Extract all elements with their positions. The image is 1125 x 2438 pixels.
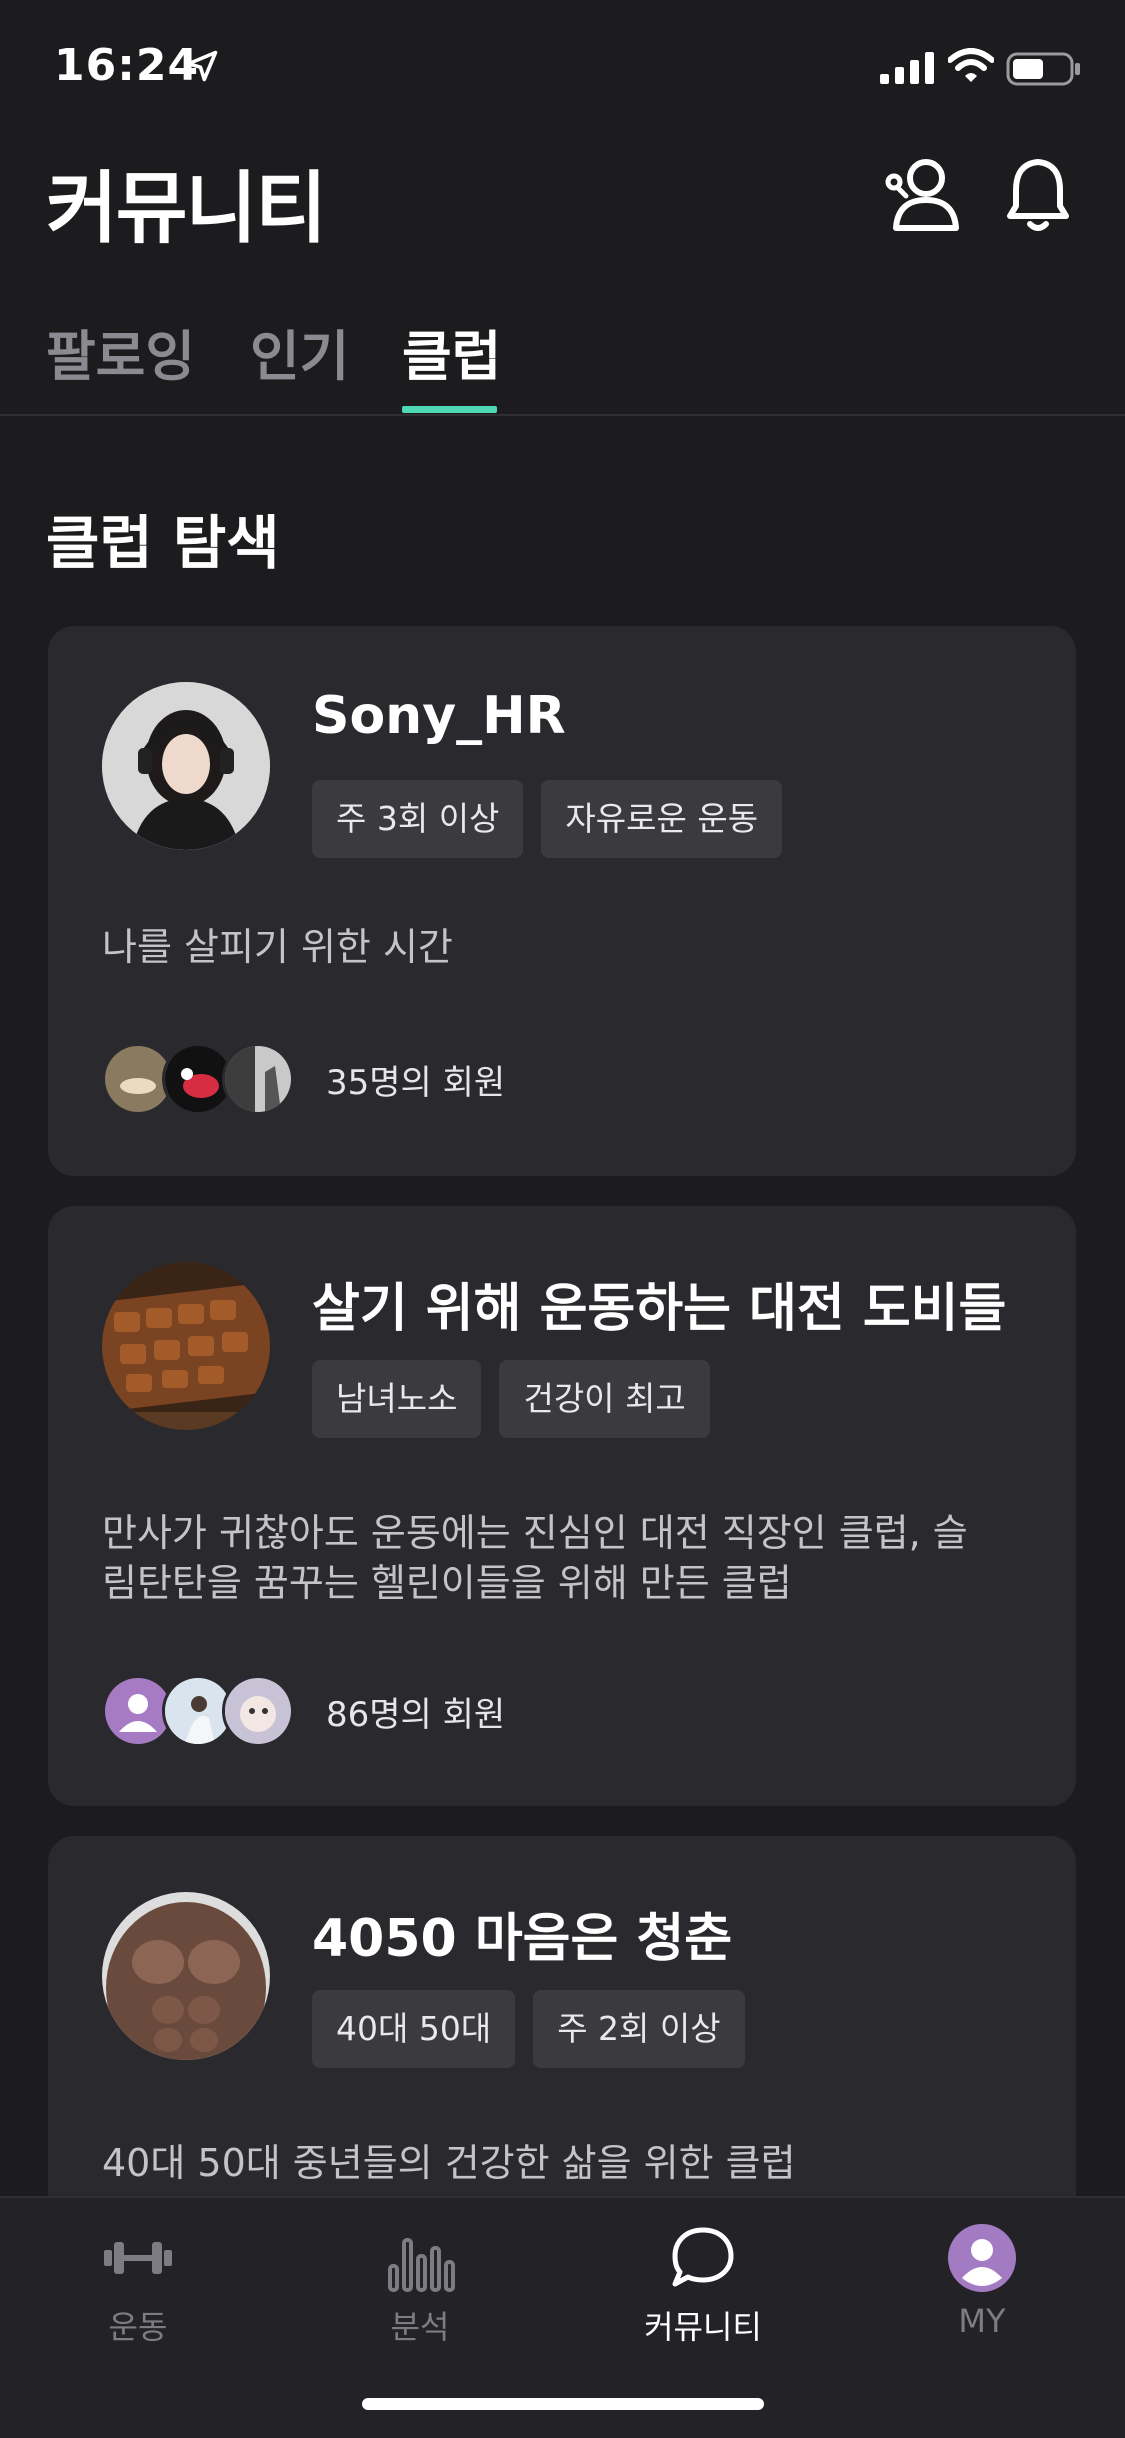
club-card[interactable]: 4050 마음은 청춘 40대 50대 주 2회 이상 40대 50대 중년들의… (48, 1836, 1076, 2256)
club-avatar (102, 1892, 270, 2060)
club-tags: 주 3회 이상 자유로운 운동 (312, 780, 783, 858)
nav-label: 분석 (390, 2308, 450, 2346)
club-tag: 남녀노소 (312, 1360, 482, 1438)
club-description-line: 림탄탄을 꿈꾸는 헬린이들을 위해 만든 클럽 (102, 1561, 792, 1605)
club-tag: 주 2회 이상 (533, 1990, 745, 2068)
page-title: 커뮤니티 (46, 164, 327, 254)
dumbbell-icon (104, 2242, 172, 2274)
bar-chart-icon (388, 2238, 455, 2292)
user-avatar-icon (948, 2224, 1016, 2292)
member-count: 86명의 회원 (326, 1694, 506, 1735)
nav-workout[interactable]: 운동 (58, 2218, 218, 2348)
nav-analysis[interactable]: 분석 (340, 2218, 500, 2348)
section-title: 클럽 탐색 (46, 509, 280, 577)
club-avatar (102, 682, 270, 850)
club-description: 만사가 귀찮아도 운동에는 진심인 대전 직장인 클럽, 슬 림탄탄을 꿈꾸는 … (102, 1508, 1042, 1608)
nav-label: 커뮤니티 (644, 2308, 762, 2346)
tab-club[interactable]: 클럽 (402, 312, 501, 391)
cellular-signal-icon (880, 52, 934, 84)
club-card[interactable]: Sony_HR 주 3회 이상 자유로운 운동 나를 살피기 위한 시간 35명… (48, 626, 1076, 1176)
club-avatar (102, 1262, 270, 1430)
club-tag: 40대 50대 (312, 1990, 516, 2068)
club-name: 살기 위해 운동하는 대전 도비들 (312, 1279, 1007, 1339)
club-description: 40대 50대 중년들의 건강한 삶을 위한 클럽 (102, 2141, 796, 2185)
wifi-icon (948, 48, 994, 82)
club-members: 86명의 회원 (102, 1675, 506, 1747)
club-tag: 자유로운 운동 (541, 780, 783, 858)
battery-icon (1006, 52, 1080, 86)
club-tag: 주 3회 이상 (312, 780, 524, 858)
status-bar: 16:24 (0, 0, 1125, 135)
member-avatar (222, 1043, 294, 1115)
tab-bar: 팔로잉 인기 클럽 (0, 300, 1125, 416)
club-card[interactable]: 살기 위해 운동하는 대전 도비들 남녀노소 건강이 최고 만사가 귀찮아도 운… (48, 1206, 1076, 1806)
bell-icon[interactable] (1006, 156, 1070, 234)
club-description: 나를 살피기 위한 시간 (102, 925, 453, 969)
active-tab-indicator (402, 406, 497, 413)
member-avatar (222, 1675, 294, 1747)
person-add-icon[interactable] (884, 156, 966, 234)
club-name: 4050 마음은 청춘 (312, 1909, 733, 1969)
club-members: 35명의 회원 (102, 1043, 506, 1115)
home-indicator (362, 2398, 764, 2410)
location-arrow-icon (186, 50, 218, 82)
club-description-line: 만사가 귀찮아도 운동에는 진심인 대전 직장인 클럽, 슬 (102, 1511, 968, 1555)
club-tags: 남녀노소 건강이 최고 (312, 1360, 710, 1438)
nav-my[interactable]: MY (902, 2218, 1062, 2340)
tab-following[interactable]: 팔로잉 (46, 312, 195, 391)
status-time: 16:24 (54, 40, 200, 91)
club-name: Sony_HR (312, 686, 566, 746)
chat-bubble-icon (672, 2227, 734, 2287)
member-count: 35명의 회원 (326, 1062, 506, 1103)
tab-popular[interactable]: 인기 (250, 312, 349, 391)
nav-community[interactable]: 커뮤니티 (623, 2218, 783, 2348)
club-tag: 건강이 최고 (499, 1360, 710, 1438)
club-tags: 40대 50대 주 2회 이상 (312, 1990, 745, 2068)
nav-label: MY (958, 2302, 1006, 2340)
nav-label: 운동 (108, 2308, 168, 2346)
